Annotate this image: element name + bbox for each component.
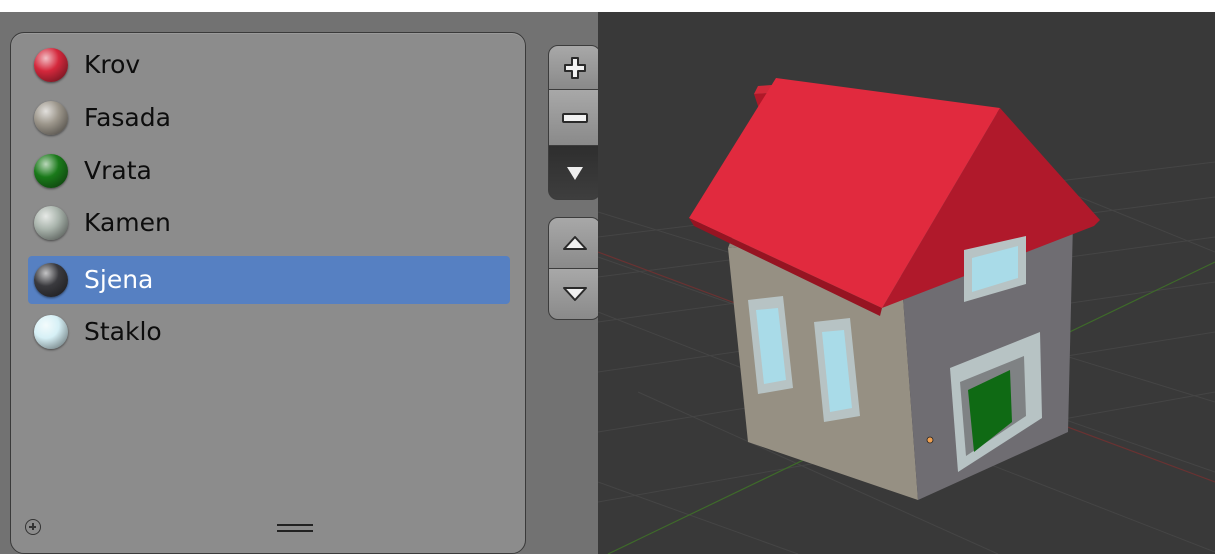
material-sphere-icon — [34, 315, 68, 349]
material-slot-label: Staklo — [84, 317, 162, 346]
material-slot-item[interactable]: Vrata — [28, 147, 510, 195]
material-sphere-icon — [34, 48, 68, 82]
circle-plus-icon[interactable] — [25, 519, 41, 535]
material-slot-item[interactable]: Kamen — [28, 199, 510, 247]
top-strip — [0, 0, 1215, 12]
material-slot-list[interactable]: Krov Fasada Vrata Kamen Sjena Staklo — [10, 32, 526, 554]
material-slot-label: Kamen — [84, 208, 171, 237]
material-slot-label: Krov — [84, 50, 141, 79]
material-slots-panel: Krov Fasada Vrata Kamen Sjena Staklo — [0, 12, 601, 554]
material-slot-item[interactable]: Krov — [28, 41, 510, 89]
triangle-down-icon — [566, 166, 583, 180]
move-up-button[interactable] — [548, 217, 601, 269]
specials-menu-button[interactable] — [548, 145, 601, 200]
arrow-down-icon — [562, 287, 587, 301]
minus-icon — [561, 112, 588, 123]
material-slot-label: Vrata — [84, 156, 152, 185]
material-slot-item[interactable]: Fasada — [28, 94, 510, 142]
slot-button-group — [548, 45, 601, 200]
material-sphere-icon — [34, 154, 68, 188]
material-sphere-icon — [34, 206, 68, 240]
material-slot-label: Sjena — [84, 265, 154, 294]
grip-icon[interactable] — [277, 524, 313, 532]
house-model[interactable] — [689, 78, 1100, 500]
object-origin-icon — [926, 436, 934, 444]
viewport-scene — [598, 78, 1215, 554]
plus-icon — [563, 56, 586, 79]
move-button-group — [548, 217, 601, 320]
move-down-button[interactable] — [548, 268, 601, 320]
remove-slot-button[interactable] — [548, 89, 601, 146]
arrow-up-icon — [562, 236, 587, 250]
material-sphere-icon — [34, 263, 68, 297]
material-slot-item[interactable]: Staklo — [28, 308, 510, 356]
material-slot-label: Fasada — [84, 103, 171, 132]
add-slot-button[interactable] — [548, 45, 601, 90]
material-sphere-icon — [34, 101, 68, 135]
material-slot-item[interactable]: Sjena — [28, 256, 510, 304]
3d-viewport[interactable] — [598, 12, 1215, 554]
